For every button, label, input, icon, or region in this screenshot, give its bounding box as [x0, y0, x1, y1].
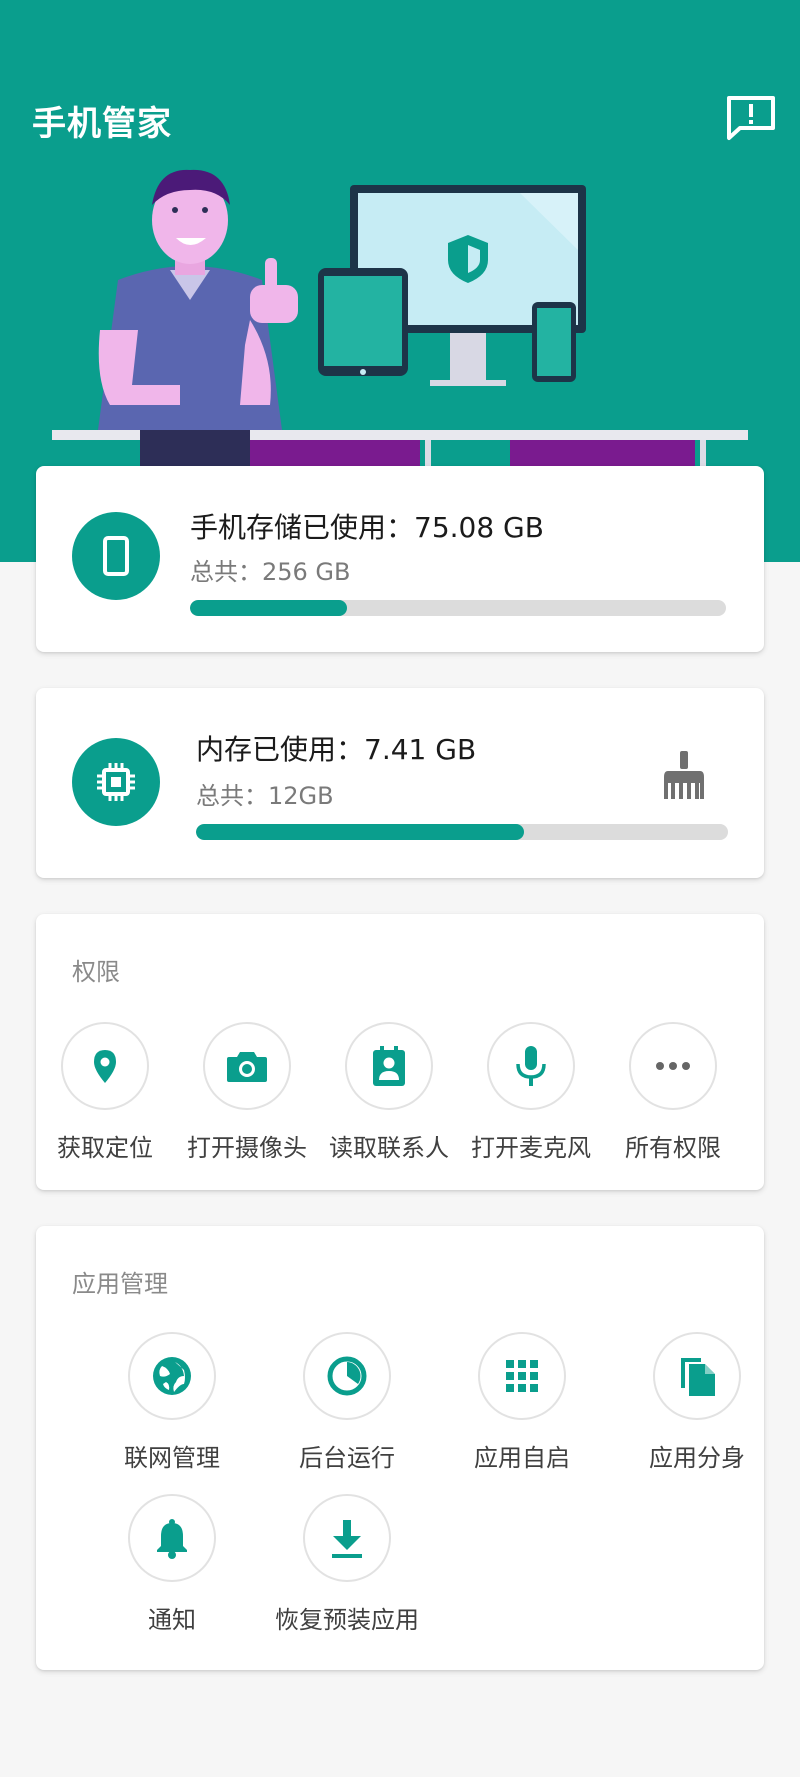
permission-all-ring — [629, 1022, 717, 1110]
memory-progress-bar — [196, 824, 728, 840]
permission-camera-ring — [203, 1022, 291, 1110]
chip-icon — [97, 763, 135, 801]
permission-all-label: 所有权限 — [625, 1134, 721, 1162]
permission-item-contacts[interactable]: 读取联系人 — [314, 1022, 464, 1163]
storage-used-text: 手机存储已使用：75.08 GB — [190, 511, 544, 544]
app-item-notification[interactable]: 通知 — [97, 1494, 247, 1635]
permission-contacts-label: 读取联系人 — [329, 1134, 449, 1162]
app-item-autostart[interactable]: 应用自启 — [447, 1332, 597, 1473]
app-notification-label: 通知 — [148, 1606, 196, 1634]
memory-total-text: 总共：12GB — [196, 782, 334, 810]
permission-microphone-label: 打开麦克风 — [471, 1134, 591, 1162]
app-autostart-label: 应用自启 — [474, 1444, 570, 1472]
permission-item-camera[interactable]: 打开摄像头 — [172, 1022, 322, 1163]
app-restore-label: 恢复预装应用 — [275, 1606, 419, 1634]
permissions-card: 权限 获取定位 打开摄像头 读取联系人 打开麦克风 所有权限 — [36, 914, 764, 1190]
camera-icon — [227, 1052, 267, 1082]
permission-contacts-ring — [345, 1022, 433, 1110]
clean-memory-button[interactable] — [656, 742, 712, 808]
app-clone-ring — [653, 1332, 741, 1420]
phone-icon — [103, 536, 129, 576]
app-title: 手机管家 — [32, 104, 172, 144]
storage-icon-circle — [72, 512, 160, 600]
permission-camera-label: 打开摄像头 — [187, 1134, 307, 1162]
permission-location-ring — [61, 1022, 149, 1110]
copy-icon — [681, 1358, 715, 1396]
app-management-card: 应用管理 联网管理 后台运行 应用自启 应用分身 通知 恢复预装应用 — [36, 1226, 764, 1670]
microphone-icon — [516, 1046, 546, 1086]
more-icon — [656, 1062, 690, 1070]
app-item-network[interactable]: 联网管理 — [97, 1332, 247, 1473]
header-illustration — [52, 169, 748, 470]
app-clone-label: 应用分身 — [649, 1444, 745, 1472]
app-background-ring — [303, 1332, 391, 1420]
app-item-restore[interactable]: 恢复预装应用 — [272, 1494, 422, 1635]
bell-icon — [157, 1519, 187, 1559]
app-item-clone[interactable]: 应用分身 — [622, 1332, 772, 1473]
storage-progress-fill — [190, 600, 348, 616]
storage-card[interactable]: 手机存储已使用：75.08 GB 总共：256 GB — [36, 466, 764, 652]
pie-chart-icon — [327, 1356, 367, 1396]
apps-grid-icon — [506, 1360, 538, 1392]
feedback-button[interactable] — [724, 94, 778, 142]
location-icon — [94, 1050, 116, 1083]
memory-card[interactable]: 内存已使用：7.41 GB 总共：12GB — [36, 688, 764, 878]
app-management-section-title: 应用管理 — [72, 1270, 168, 1298]
download-icon — [332, 1520, 362, 1558]
storage-total-text: 总共：256 GB — [190, 558, 351, 586]
permissions-section-title: 权限 — [72, 958, 120, 986]
memory-used-text: 内存已使用：7.41 GB — [196, 733, 477, 766]
permission-location-label: 获取定位 — [57, 1134, 153, 1162]
app-item-background[interactable]: 后台运行 — [272, 1332, 422, 1473]
storage-progress-bar — [190, 600, 726, 616]
app-network-label: 联网管理 — [124, 1444, 220, 1472]
app-network-ring — [128, 1332, 216, 1420]
memory-progress-fill — [196, 824, 525, 840]
permission-item-microphone[interactable]: 打开麦克风 — [456, 1022, 606, 1163]
globe-icon — [153, 1357, 191, 1395]
broom-icon — [664, 751, 704, 799]
app-notification-ring — [128, 1494, 216, 1582]
permission-item-location[interactable]: 获取定位 — [30, 1022, 180, 1163]
permission-item-all[interactable]: 所有权限 — [598, 1022, 748, 1163]
feedback-icon — [727, 96, 775, 140]
app-autostart-ring — [478, 1332, 566, 1420]
app-background-label: 后台运行 — [299, 1444, 395, 1472]
app-restore-ring — [303, 1494, 391, 1582]
permission-microphone-ring — [487, 1022, 575, 1110]
contacts-icon — [373, 1046, 405, 1086]
memory-icon-circle — [72, 738, 160, 826]
